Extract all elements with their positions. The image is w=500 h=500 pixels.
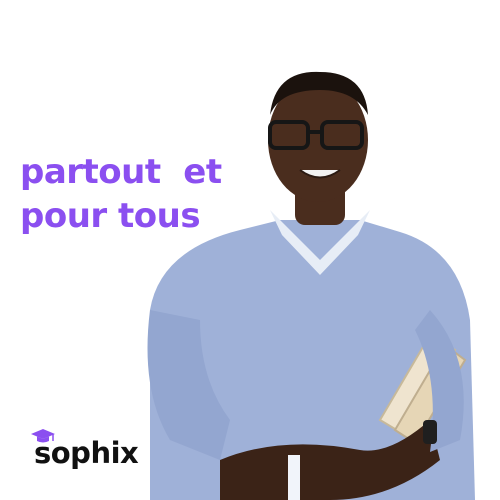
ad-canvas: partout et pour tous sophix <box>0 0 500 500</box>
watch-icon <box>423 420 437 444</box>
person-photo <box>147 71 475 500</box>
shirt-cuff <box>288 455 300 500</box>
brand-name: sophix <box>34 436 139 470</box>
brand-logo: sophix <box>30 428 160 478</box>
